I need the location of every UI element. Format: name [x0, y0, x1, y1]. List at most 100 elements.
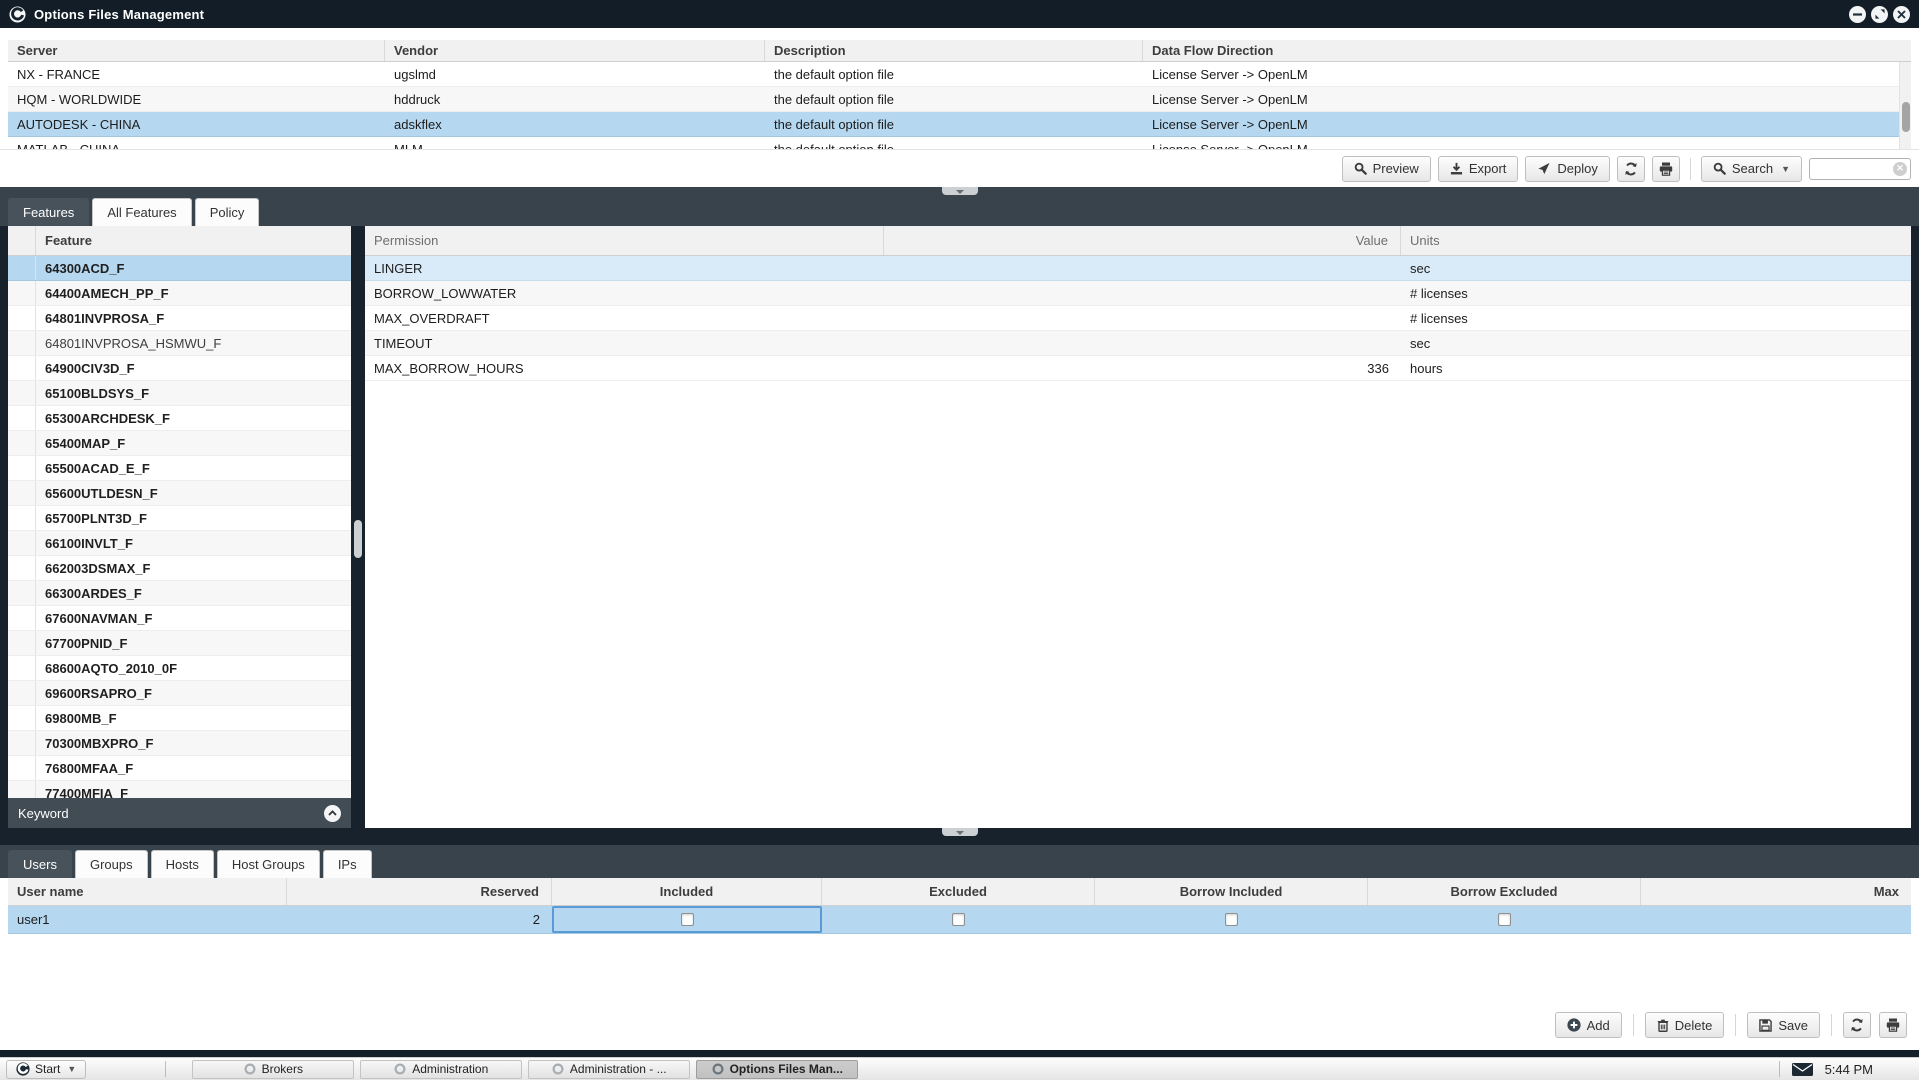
tab-host-groups[interactable]: Host Groups [217, 850, 320, 878]
feature-row[interactable]: 76800MFAA_F [8, 756, 351, 781]
excluded-checkbox[interactable] [952, 913, 965, 926]
task-button-options-files-active[interactable]: Options Files Man... [696, 1060, 858, 1079]
feature-row[interactable]: 64900CIV3D_F [8, 356, 351, 381]
feature-row[interactable]: 65500ACAD_E_F [8, 456, 351, 481]
tab-policy[interactable]: Policy [195, 198, 260, 226]
tab-ips[interactable]: IPs [323, 850, 372, 878]
excluded-cell[interactable] [822, 906, 1095, 933]
column-header-permission[interactable]: Permission [365, 226, 884, 255]
included-checkbox[interactable] [681, 913, 694, 926]
borrow-included-cell[interactable] [1095, 906, 1368, 933]
feature-row[interactable]: 65100BLDSYS_F [8, 381, 351, 406]
feature-row[interactable]: 77400MFIA_F [8, 781, 351, 798]
preview-button[interactable]: Preview [1342, 156, 1431, 182]
feature-row[interactable]: 65400MAP_F [8, 431, 351, 456]
task-button-administration-2[interactable]: Administration - ... [528, 1060, 690, 1079]
clear-search-icon[interactable]: ✕ [1893, 162, 1907, 176]
server-row-clipped[interactable]: MATLAB - CHINA MLM the default option fi… [8, 137, 1911, 149]
column-header-reserved[interactable]: Reserved [287, 878, 552, 905]
column-header-server[interactable]: Server [8, 40, 385, 61]
tab-hosts[interactable]: Hosts [151, 850, 214, 878]
permission-row[interactable]: BORROW_LOWWATER # licenses [365, 281, 1911, 306]
refresh-button[interactable] [1617, 156, 1645, 182]
permission-value: 336 [884, 356, 1401, 380]
horizontal-splitter-grip[interactable] [942, 828, 978, 836]
delete-button[interactable]: Delete [1645, 1012, 1725, 1038]
feature-row[interactable]: 65300ARCHDESK_F [8, 406, 351, 431]
server-row[interactable]: NX - FRANCE ugslmd the default option fi… [8, 62, 1911, 87]
feature-name: 67700PNID_F [36, 631, 351, 655]
feature-row[interactable]: 68600AQTO_2010_0F [8, 656, 351, 681]
permission-row-selected[interactable]: LINGER sec [365, 256, 1911, 281]
server-row[interactable]: HQM - WORLDWIDE hddruck the default opti… [8, 87, 1911, 112]
tab-all-features[interactable]: All Features [92, 198, 191, 226]
column-header-feature[interactable]: Feature [36, 226, 351, 255]
borrow-excluded-cell[interactable] [1368, 906, 1641, 933]
tab-groups[interactable]: Groups [75, 850, 148, 878]
feature-row[interactable]: 70300MBXPRO_F [8, 731, 351, 756]
column-header-max[interactable]: Max [1641, 878, 1911, 905]
column-header-units[interactable]: Units [1401, 226, 1911, 255]
mail-icon[interactable] [1792, 1063, 1813, 1076]
keyword-bar: Keyword [8, 798, 351, 828]
borrow-excluded-checkbox[interactable] [1498, 913, 1511, 926]
permission-row[interactable]: MAX_BORROW_HOURS 336 hours [365, 356, 1911, 381]
column-header-excluded[interactable]: Excluded [822, 878, 1095, 905]
feature-row[interactable]: 69600RSAPRO_F [8, 681, 351, 706]
feature-row[interactable]: 64801INVPROSA_HSMWU_F [8, 331, 351, 356]
keyword-collapse-button[interactable] [324, 805, 341, 822]
print-button[interactable] [1652, 156, 1680, 182]
add-button[interactable]: Add [1555, 1012, 1622, 1038]
server-direction: License Server -> OpenLM [1143, 87, 1911, 111]
column-header-borrow-excluded[interactable]: Borrow Excluded [1368, 878, 1641, 905]
horizontal-splitter-grip[interactable] [942, 187, 978, 195]
search-menu-button[interactable]: Search ▼ [1701, 156, 1802, 182]
column-header-description[interactable]: Description [765, 40, 1143, 61]
permission-row[interactable]: TIMEOUT sec [365, 331, 1911, 356]
refresh-button[interactable] [1843, 1012, 1871, 1038]
column-header-user-name[interactable]: User name [8, 878, 287, 905]
feature-row[interactable]: 69800MB_F [8, 706, 351, 731]
column-header-vendor[interactable]: Vendor [385, 40, 765, 61]
servers-scrollbar-thumb[interactable] [1902, 102, 1910, 132]
borrow-included-checkbox[interactable] [1225, 913, 1238, 926]
vertical-splitter-grip[interactable] [354, 520, 362, 558]
feature-row-selected[interactable]: 64300ACD_F [8, 256, 351, 281]
feature-row[interactable]: 65600UTLDESN_F [8, 481, 351, 506]
user-row-selected[interactable]: user1 2 [8, 906, 1911, 934]
user-reserved: 2 [287, 906, 552, 933]
tab-features[interactable]: Features [8, 198, 89, 226]
feature-row[interactable]: 67700PNID_F [8, 631, 351, 656]
column-header-direction[interactable]: Data Flow Direction [1143, 40, 1911, 61]
server-name: HQM - WORLDWIDE [8, 87, 385, 111]
task-button-administration[interactable]: Administration [360, 1060, 522, 1079]
tab-users[interactable]: Users [8, 850, 72, 878]
feature-row[interactable]: 65700PLNT3D_F [8, 506, 351, 531]
feature-row[interactable]: 662003DSMAX_F [8, 556, 351, 581]
column-header-included[interactable]: Included [552, 878, 822, 905]
deploy-button[interactable]: Deploy [1525, 156, 1609, 182]
server-row-selected[interactable]: AUTODESK - CHINA adskflex the default op… [8, 112, 1911, 137]
feature-row[interactable]: 64801INVPROSA_F [8, 306, 351, 331]
minimize-button[interactable] [1849, 6, 1866, 23]
column-header-value[interactable]: Value [884, 226, 1401, 255]
feature-gutter [8, 631, 36, 655]
save-button[interactable]: Save [1747, 1012, 1820, 1038]
feature-gutter [8, 581, 36, 605]
server-vendor: ugslmd [385, 62, 765, 86]
maximize-button[interactable] [1871, 6, 1888, 23]
feature-row[interactable]: 64400AMECH_PP_F [8, 281, 351, 306]
permission-row[interactable]: MAX_OVERDRAFT # licenses [365, 306, 1911, 331]
start-button[interactable]: Start ▼ [6, 1060, 86, 1079]
feature-row[interactable]: 66100INVLT_F [8, 531, 351, 556]
feature-row[interactable]: 67600NAVMAN_F [8, 606, 351, 631]
included-cell-focused[interactable] [552, 906, 822, 933]
add-label: Add [1587, 1018, 1610, 1033]
close-button[interactable] [1893, 6, 1910, 23]
task-button-brokers[interactable]: Brokers [192, 1060, 354, 1079]
feature-row[interactable]: 66300ARDES_F [8, 581, 351, 606]
print-button[interactable] [1879, 1012, 1907, 1038]
column-header-borrow-included[interactable]: Borrow Included [1095, 878, 1368, 905]
permission-units: # licenses [1401, 306, 1911, 330]
export-button[interactable]: Export [1438, 156, 1519, 182]
